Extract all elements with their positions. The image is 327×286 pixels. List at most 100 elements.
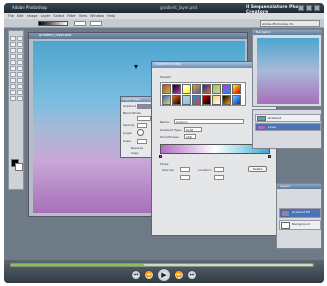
menu-select[interactable]: Select [53, 14, 64, 18]
menu-layer[interactable]: Layer [41, 14, 51, 18]
brush-panel-tab[interactable]: Adobe Photoshop CS [260, 20, 320, 27]
navigator-panel: Navigator [252, 29, 322, 107]
navigator-panel-title[interactable]: Navigator [253, 30, 321, 35]
menu-filter[interactable]: Filter [67, 14, 76, 18]
stop-color-swatch[interactable] [180, 175, 190, 180]
layer-row-selected[interactable]: Gradient Fill [279, 208, 321, 218]
gradient-preset-swatch[interactable] [192, 84, 201, 94]
menu-image[interactable]: Image [27, 14, 38, 18]
opacity-field[interactable] [90, 21, 102, 26]
menu-view[interactable]: View [79, 14, 87, 18]
gradient-preset-swatch[interactable] [222, 95, 231, 105]
layers-panel: Layers Gradient Fill Background [276, 183, 322, 249]
slice-tool-icon[interactable] [17, 48, 23, 53]
gradient-preset-swatch[interactable] [212, 95, 221, 105]
minimize-button[interactable] [298, 5, 304, 11]
gradient-preset-swatch[interactable] [192, 95, 201, 105]
name-field[interactable]: Custom [174, 119, 244, 124]
play-button[interactable]: ▶ [157, 268, 171, 282]
stamp-tool-icon[interactable] [10, 60, 16, 65]
shape-tool-icon[interactable] [17, 84, 23, 89]
ls-opacity-field[interactable] [137, 123, 147, 128]
magic-wand-tool-icon[interactable] [17, 42, 23, 47]
ls-blend-select[interactable] [137, 116, 151, 121]
presets-label: Presets [160, 75, 171, 79]
gradient-picker[interactable] [38, 21, 68, 26]
skip-back-button[interactable]: ⏮ [131, 270, 141, 280]
menu-help[interactable]: Help [107, 14, 115, 18]
mouse-cursor-icon [134, 65, 138, 69]
name-label: Name: [160, 120, 170, 124]
type-tool-icon[interactable] [17, 78, 23, 83]
gradient-preset-swatch[interactable] [162, 95, 171, 105]
maximize-button[interactable] [306, 5, 312, 11]
gradient-preset-swatch[interactable] [202, 95, 211, 105]
color-stop-right[interactable] [268, 155, 271, 158]
rewind-button[interactable]: ⏪ [144, 270, 154, 280]
menu-file[interactable]: File [8, 14, 14, 18]
mode-select[interactable] [74, 21, 86, 26]
close-button[interactable] [314, 5, 320, 11]
marquee-tool-icon[interactable] [10, 36, 16, 41]
history-brush-tool-icon[interactable] [17, 60, 23, 65]
history-thumb [257, 116, 266, 121]
stop-opacity-field[interactable] [180, 167, 190, 172]
gradient-preset-swatch[interactable] [162, 84, 171, 94]
fast-forward-button[interactable]: ⏩ [174, 270, 184, 280]
move-tool-icon[interactable] [17, 36, 23, 41]
history-row[interactable]: Gradient [255, 114, 321, 122]
navigator-thumbnail[interactable] [257, 38, 319, 104]
stop-color-location-field[interactable] [214, 175, 224, 180]
gradient-preset-swatch[interactable] [212, 84, 221, 94]
layers-panel-title[interactable]: Layers [277, 184, 321, 189]
skip-forward-button[interactable]: ⏭ [187, 270, 197, 280]
brush-tool-icon[interactable] [17, 54, 23, 59]
progress-bar[interactable] [10, 263, 314, 267]
gradient-preset-swatch[interactable] [232, 95, 241, 105]
blur-tool-icon[interactable] [10, 72, 16, 77]
toolbox [8, 30, 24, 190]
pen-tool-icon[interactable] [10, 84, 16, 89]
background-color-swatch[interactable] [15, 163, 23, 171]
menu-window[interactable]: Window [90, 14, 104, 18]
app-title: Adobe Photoshop [12, 5, 47, 10]
menu-edit[interactable]: Edit [17, 14, 24, 18]
ls-field-align[interactable]: Align [131, 151, 139, 155]
gradient-preset-swatch[interactable] [182, 95, 191, 105]
gradient-preset-swatch[interactable] [202, 84, 211, 94]
zoom-tool-icon[interactable] [17, 96, 23, 101]
history-row-selected[interactable]: Layer [255, 123, 321, 131]
gradient-type-select[interactable]: Solid [184, 127, 202, 132]
ls-field-scale: Scale [123, 139, 132, 143]
gradient-preset-swatch[interactable] [182, 84, 191, 94]
crop-tool-icon[interactable] [10, 48, 16, 53]
layer-thumbnail [281, 222, 290, 229]
hand-tool-icon[interactable] [10, 96, 16, 101]
tool-grid [10, 36, 23, 101]
gradient-preset-swatch[interactable] [222, 84, 231, 94]
path-tool-icon[interactable] [10, 78, 16, 83]
ls-field-reverse[interactable]: Reverse [131, 146, 143, 150]
eyedropper-tool-icon[interactable] [17, 90, 23, 95]
gradient-preset-swatch[interactable] [172, 84, 181, 94]
smoothness-label: Smoothness: [160, 135, 180, 139]
delete-button[interactable]: Delete [248, 166, 267, 172]
document-window-title[interactable]: gradient_layer.psd [29, 33, 247, 39]
ls-angle-dial[interactable] [137, 129, 144, 136]
smoothness-field[interactable]: 100 [184, 134, 196, 139]
document-title: gradient_layer.psd [160, 5, 197, 10]
color-stop-left[interactable] [159, 155, 162, 158]
gradient-preset-swatch[interactable] [232, 84, 241, 94]
stop-location-field[interactable] [214, 167, 224, 172]
dodge-tool-icon[interactable] [17, 72, 23, 77]
gradient-preset-swatch[interactable] [172, 95, 181, 105]
stops-label: Stops [160, 162, 169, 166]
eraser-tool-icon[interactable] [10, 66, 16, 71]
healing-tool-icon[interactable] [10, 54, 16, 59]
gradient-tool-icon[interactable] [17, 66, 23, 71]
notes-tool-icon[interactable] [10, 90, 16, 95]
lasso-tool-icon[interactable] [10, 42, 16, 47]
player-bar: ⏮ ⏪ ▶ ⏩ ⏭ [4, 260, 324, 283]
ls-scale-field[interactable] [137, 139, 147, 144]
layer-row[interactable]: Background [279, 220, 321, 230]
